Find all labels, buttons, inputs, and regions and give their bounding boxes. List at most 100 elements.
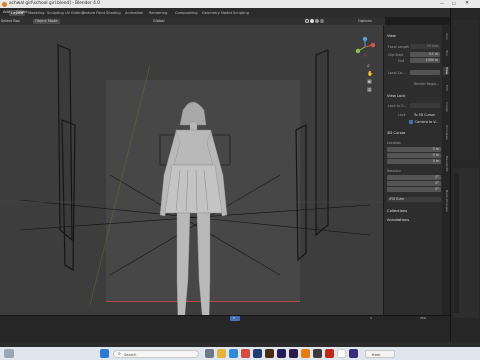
start-icon[interactable]: [100, 349, 109, 358]
rotation-mode-dropdown[interactable]: XYZ Euler: [387, 197, 441, 202]
navigation-gizmo[interactable]: [355, 37, 375, 57]
cursor-rot-y[interactable]: 0°: [387, 181, 441, 186]
camera-to-view-label: Camera to V...: [415, 120, 439, 124]
wireframe-icon[interactable]: [305, 18, 309, 23]
blender-icon[interactable]: [301, 349, 310, 358]
tab-rendering[interactable]: Rendering: [147, 10, 169, 16]
tab-compositing[interactable]: Compositing: [173, 10, 200, 16]
title-bar: achwal girl\school girl.blend] - Blender…: [0, 0, 480, 8]
collections-section-header[interactable]: Collections: [387, 209, 407, 213]
tab-shading[interactable]: Shading: [104, 10, 123, 16]
clip-end-label: End: [398, 59, 405, 63]
clip-end-field[interactable]: 1000 m: [410, 58, 440, 63]
tab-geometry-nodes[interactable]: Geometry Nodes: [200, 10, 234, 16]
after-effects-icon[interactable]: [277, 349, 286, 358]
x-axis-icon: [370, 42, 375, 48]
sidebar-tabs: Item Tool View Edit Create Animation BlenderKi…: [442, 25, 450, 315]
3d-viewport[interactable]: ⌕ ✋ ▣ ▦ Follow Preferences: [0, 25, 385, 342]
outliner-area[interactable]: [453, 20, 479, 160]
rendered-icon[interactable]: [320, 18, 325, 23]
options-dropdown[interactable]: Options: [358, 19, 372, 24]
3d-cursor-section-header[interactable]: 3D Cursor: [387, 131, 405, 135]
search-icon: ⌕: [118, 351, 121, 357]
tab-scripting[interactable]: Scripting: [231, 10, 251, 16]
view-lock-section-header[interactable]: View Lock: [387, 94, 405, 98]
workspace-tab-bar: Layout Modeling Sculpting UV Editing Texture…: [0, 8, 480, 17]
zoom-icon[interactable]: ⌕: [367, 63, 370, 69]
lock-to-object-field[interactable]: [410, 103, 440, 108]
lock-to-object-label: Lock to O...: [388, 104, 407, 108]
sidebar-tab-blenderkit[interactable]: BlenderKit: [443, 156, 449, 172]
z-axis-icon: [362, 37, 368, 42]
system-tray[interactable]: [420, 350, 475, 358]
perspective-toggle-icon[interactable]: ▦: [367, 87, 372, 93]
sidebar-tab-animation[interactable]: Animation: [443, 125, 449, 140]
sidebar-tab-edit[interactable]: Edit: [443, 85, 449, 91]
sidebar-tab-create[interactable]: Create: [443, 102, 449, 112]
cursor-rot-z[interactable]: 0°: [387, 187, 441, 192]
properties-tab-icons[interactable]: [454, 173, 459, 313]
timeline[interactable]: 1 1 250: [0, 315, 450, 342]
y-axis-icon: [355, 48, 361, 54]
acrobat-icon[interactable]: [325, 349, 334, 358]
annotations-section-header[interactable]: Annotations: [387, 218, 409, 222]
edge-icon[interactable]: [229, 349, 238, 358]
close-button[interactable]: ✕: [465, 0, 477, 8]
camera-view-icon[interactable]: ▣: [367, 79, 372, 85]
illustrator-icon[interactable]: [265, 349, 274, 358]
solid-icon[interactable]: [310, 18, 315, 23]
clip-start-field[interactable]: 0.1 m: [410, 52, 440, 57]
viewport-header: Select Box Object Mode Add Object Global…: [0, 10, 385, 25]
tab-modeling[interactable]: Modeling: [26, 10, 46, 16]
cursor-loc-y[interactable]: 0 m: [387, 153, 441, 158]
local-camera-field[interactable]: [410, 70, 440, 75]
frame-end-field[interactable]: 250: [420, 316, 426, 320]
to-3d-cursor-option[interactable]: To 3D Cursor: [414, 113, 435, 117]
premiere-icon[interactable]: [289, 349, 298, 358]
app-icon[interactable]: [337, 349, 346, 358]
cursor-rot-x[interactable]: 0°: [387, 175, 441, 180]
left-pillar-outline: [57, 44, 76, 272]
scene-svg: [0, 44, 385, 331]
transform-orientation-dropdown[interactable]: Global: [153, 19, 164, 24]
focal-length-label: Focal Length: [388, 45, 409, 49]
tab-animation[interactable]: Animation: [123, 10, 145, 16]
render-region-label[interactable]: Render Regio...: [414, 82, 439, 86]
taskbar-search[interactable]: ⌕ Search: [113, 350, 199, 358]
sidebar-tab-tool[interactable]: Tool: [443, 50, 449, 56]
mode-dropdown[interactable]: Object Mode: [33, 18, 60, 24]
camera-to-view-checkbox[interactable]: [409, 120, 413, 124]
shading-buttons[interactable]: [305, 18, 325, 24]
photoshop-icon[interactable]: [253, 349, 262, 358]
blender-logo-icon: [2, 1, 7, 7]
task-view-icon[interactable]: [205, 349, 214, 358]
cursor-loc-z[interactable]: 0 m: [387, 159, 441, 164]
focal-length-field[interactable]: 50 mm: [410, 44, 440, 49]
menu-add[interactable]: Add: [3, 10, 10, 15]
chrome-icon[interactable]: [241, 349, 250, 358]
substance-icon[interactable]: [313, 349, 322, 358]
search-placeholder: Search: [124, 352, 137, 357]
keyword-text: from: [372, 352, 381, 357]
select-box-tool[interactable]: Select Box: [1, 19, 20, 24]
view-section-header[interactable]: View: [387, 34, 396, 38]
window-title: achwal girl\school girl.blend] - Blender…: [9, 1, 100, 6]
minimize-button[interactable]: —: [440, 1, 450, 7]
current-frame[interactable]: 1: [233, 316, 235, 320]
maximize-button[interactable]: ☐: [452, 1, 462, 7]
location-label: Location: [387, 141, 401, 145]
cursor-loc-x[interactable]: 0 m: [387, 147, 441, 152]
outliner-properties-strip[interactable]: [450, 8, 480, 350]
media-encoder-icon[interactable]: [349, 349, 358, 358]
sidebar-tab-item[interactable]: Item: [443, 33, 449, 40]
file-explorer-icon[interactable]: [217, 349, 226, 358]
material-icon[interactable]: [315, 18, 320, 23]
frame-start-field[interactable]: 1: [370, 316, 372, 320]
menu-object[interactable]: Object: [16, 10, 28, 15]
pan-icon[interactable]: ✋: [367, 71, 373, 77]
weather-widget[interactable]: [4, 349, 14, 358]
keyword-box[interactable]: from: [365, 350, 395, 358]
playhead[interactable]: [230, 316, 240, 321]
sidebar-tab-view[interactable]: View: [443, 67, 449, 75]
sidebar-tab-node-wrangler[interactable]: Node Wrangler: [443, 190, 449, 212]
